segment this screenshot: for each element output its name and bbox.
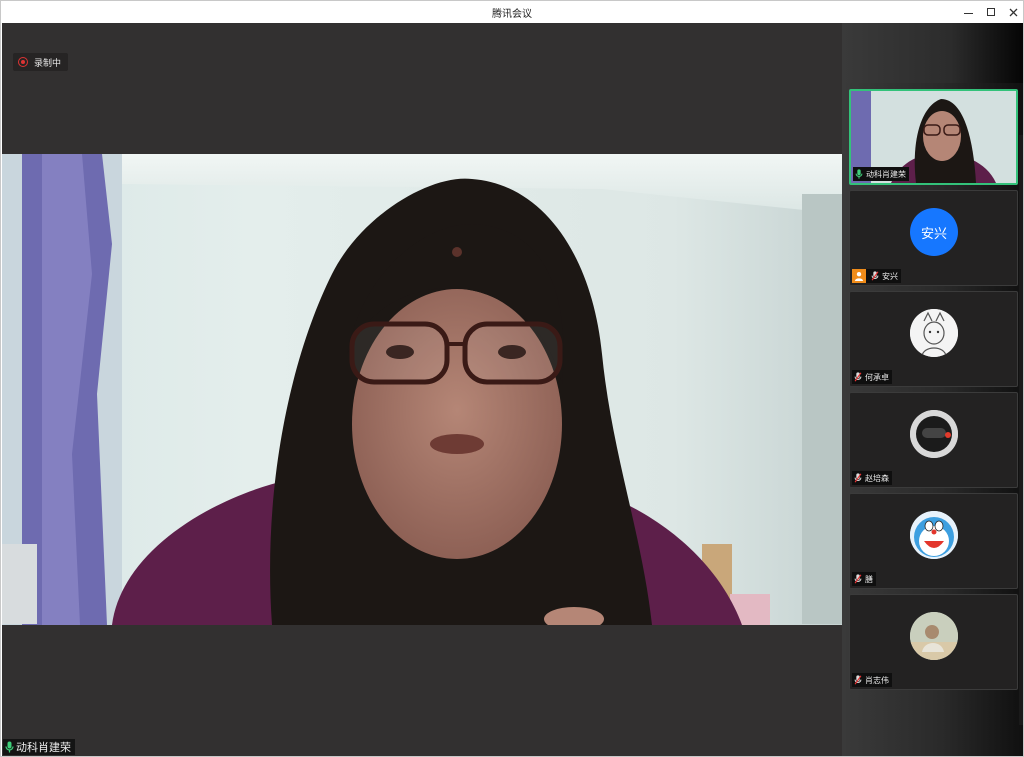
main-video-frame (2, 154, 842, 625)
participant-name: 何承卓 (865, 372, 889, 382)
participant-tile[interactable]: 肖志伟 (849, 594, 1018, 690)
recording-badge[interactable]: 录制中 (13, 53, 69, 71)
photo-avatar-icon (910, 612, 958, 660)
maximize-button[interactable] (982, 3, 1000, 21)
helmet-avatar-icon (910, 410, 958, 458)
doraemon-avatar-icon (910, 511, 958, 559)
participant-label: 安兴 (852, 269, 901, 283)
close-button[interactable] (1004, 3, 1022, 21)
avatar: 安兴 (910, 208, 958, 256)
host-icon (852, 269, 866, 283)
mic-muted-icon (854, 675, 862, 685)
participant-tile[interactable]: 安兴 安兴 (849, 190, 1018, 286)
main-video[interactable] (2, 154, 842, 625)
mic-muted-icon (871, 271, 879, 281)
main-stage[interactable]: 录制中 动科肖建荣 (2, 23, 842, 756)
avatar (910, 612, 958, 660)
participant-name: 赵培森 (865, 473, 889, 483)
participant-tile[interactable]: 赵培森 (849, 392, 1018, 488)
meeting-window: 腾讯会议 录制中 动科肖建荣 动科肖建荣 安兴 安兴 何承卓 赵培森 膳 肖志伟 (0, 0, 1024, 757)
minimize-icon (963, 12, 973, 14)
sidebar-header (842, 23, 1023, 83)
participant-label: 动科肖建荣 (853, 167, 909, 181)
sidebar-scrollbar[interactable] (1019, 135, 1023, 725)
maximize-icon (987, 8, 995, 16)
participant-name: 膳 (865, 574, 873, 584)
avatar (910, 410, 958, 458)
mic-muted-icon (854, 372, 862, 382)
sketch-avatar-icon (910, 309, 958, 357)
mic-muted-icon (854, 574, 862, 584)
mic-active-icon (855, 169, 863, 179)
close-icon (1009, 8, 1017, 16)
participant-tile[interactable]: 何承卓 (849, 291, 1018, 387)
window-title: 腾讯会议 (492, 9, 532, 20)
recording-label: 录制中 (34, 58, 62, 69)
participant-name: 安兴 (882, 271, 898, 281)
main-speaker-label: 动科肖建荣 (3, 739, 75, 755)
participant-label: 赵培森 (852, 471, 892, 485)
avatar (910, 511, 958, 559)
record-icon (18, 57, 28, 67)
participant-sidebar[interactable]: 动科肖建荣 安兴 安兴 何承卓 赵培森 膳 肖志伟 (842, 23, 1023, 756)
mic-active-icon (5, 741, 14, 753)
participant-tile[interactable]: 膳 (849, 493, 1018, 589)
main-speaker-name: 动科肖建荣 (16, 741, 71, 754)
participant-label: 肖志伟 (852, 673, 892, 687)
participant-label: 膳 (852, 572, 876, 586)
minimize-button[interactable] (959, 3, 977, 21)
participant-name: 动科肖建荣 (866, 169, 906, 179)
participant-tile[interactable]: 动科肖建荣 (849, 89, 1018, 185)
avatar (910, 309, 958, 357)
mic-muted-icon (854, 473, 862, 483)
title-bar[interactable]: 腾讯会议 (1, 1, 1023, 23)
participant-label: 何承卓 (852, 370, 892, 384)
participant-name: 肖志伟 (865, 675, 889, 685)
avatar-text: 安兴 (920, 226, 947, 242)
